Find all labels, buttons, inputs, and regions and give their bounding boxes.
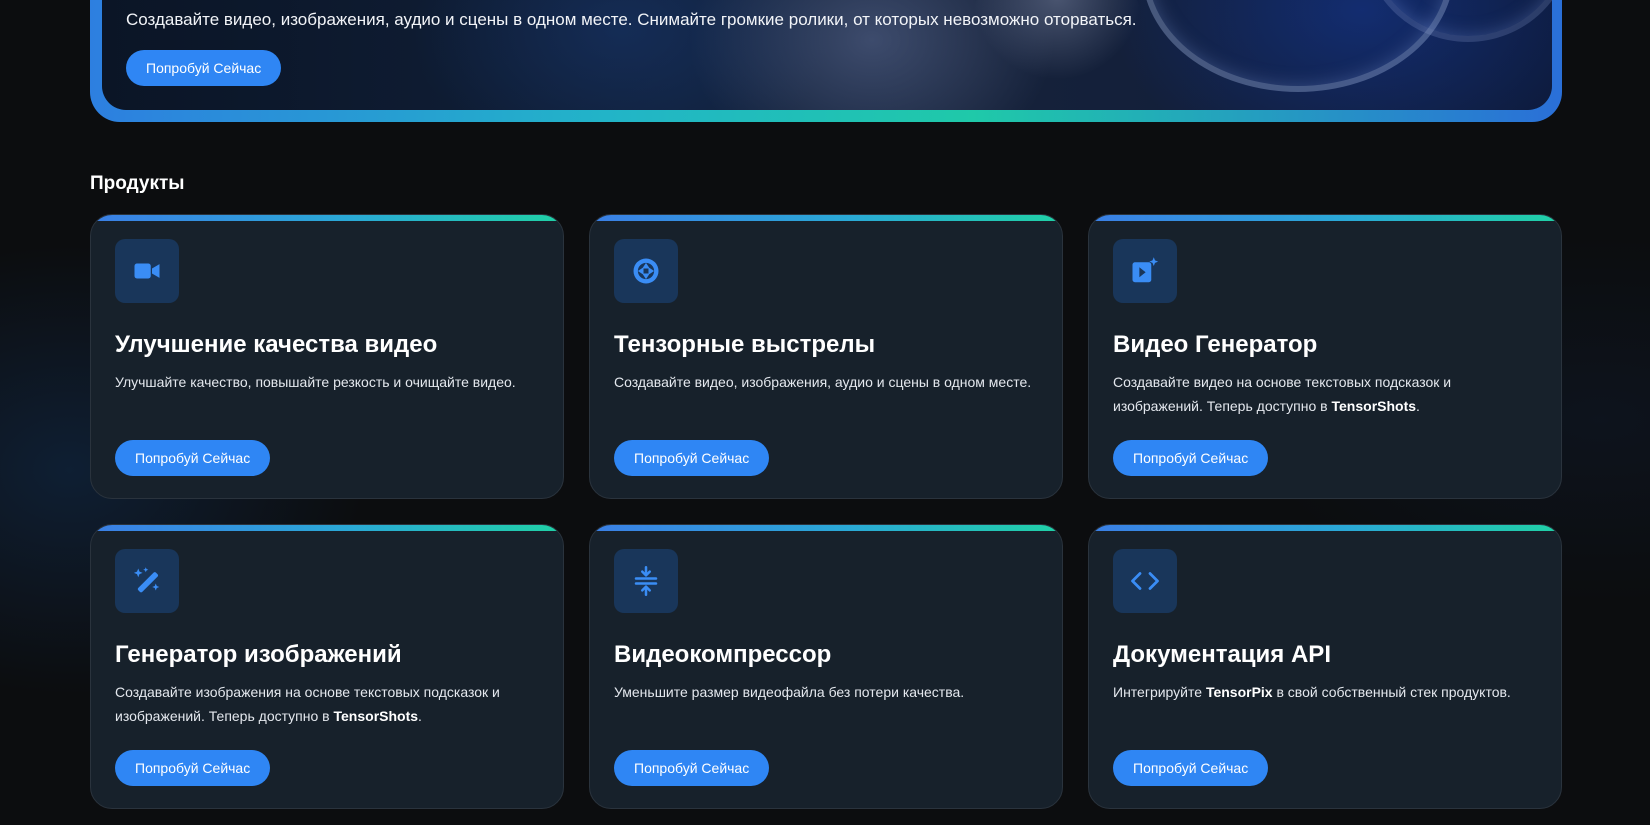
- try-now-button[interactable]: Попробуй Сейчас: [115, 440, 271, 476]
- try-now-button[interactable]: Попробуй Сейчас: [614, 750, 770, 786]
- product-card-video-generator: Видео Генератор Создавайте видео на осно…: [1088, 214, 1562, 499]
- product-card-tensor-shots: Тензорные выстрелы Создавайте видео, изо…: [589, 214, 1063, 499]
- product-card-image-generator: Генератор изображений Создавайте изображ…: [90, 524, 564, 809]
- try-now-button[interactable]: Попробуй Сейчас: [115, 750, 271, 786]
- card-description: Создавайте видео на основе текстовых под…: [1113, 374, 1452, 414]
- magic-wand-icon: [115, 549, 179, 613]
- shutter-icon: [614, 239, 678, 303]
- hero-description: Создавайте видео, изображения, аудио и с…: [126, 10, 1137, 29]
- card-title: Документация API: [1113, 641, 1331, 668]
- card-description: Улучшайте качество, повышайте резкость и…: [115, 374, 516, 390]
- product-card-video-enhance: Улучшение качества видео Улучшайте качес…: [90, 214, 564, 499]
- try-now-button[interactable]: Попробуй Сейчас: [1113, 750, 1269, 786]
- card-description: Создавайте видео, изображения, аудио и с…: [614, 374, 1032, 390]
- try-now-button[interactable]: Попробуй Сейчас: [1113, 440, 1269, 476]
- card-title: Генератор изображений: [115, 641, 402, 668]
- products-grid: Улучшение качества видео Улучшайте качес…: [90, 214, 1562, 809]
- products-title: Продукты: [90, 173, 185, 194]
- hero-try-now-button[interactable]: Попробуй Сейчас: [126, 50, 282, 86]
- card-title: Улучшение качества видео: [115, 331, 438, 358]
- video-sparkle-icon: [1113, 239, 1177, 303]
- try-now-button[interactable]: Попробуй Сейчас: [614, 440, 770, 476]
- compress-icon: [614, 549, 678, 613]
- code-icon: [1113, 549, 1177, 613]
- card-title: Тензорные выстрелы: [614, 331, 876, 358]
- card-title: Видеокомпрессор: [614, 641, 832, 668]
- card-title: Видео Генератор: [1113, 331, 1318, 358]
- card-description: Уменьшите размер видеофайла без потери к…: [614, 684, 965, 700]
- video-camera-icon: [115, 239, 179, 303]
- page: Создавайте видео, изображения, аудио и с…: [0, 0, 1650, 825]
- card-description: Создавайте изображения на основе текстов…: [115, 684, 500, 724]
- card-description: Интегрируйте TensorPix в свой собственны…: [1113, 684, 1511, 700]
- product-card-api-docs: Документация API Интегрируйте TensorPix …: [1088, 524, 1562, 809]
- product-card-video-compressor: Видеокомпрессор Уменьшите размер видеофа…: [589, 524, 1063, 809]
